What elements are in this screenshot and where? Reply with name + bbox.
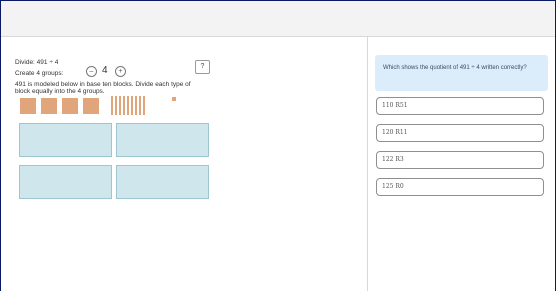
top-bar	[1, 1, 555, 37]
group-count: 4	[102, 65, 108, 76]
answer-option[interactable]: 110 R51	[376, 97, 544, 115]
hundred-block[interactable]	[20, 98, 36, 114]
ten-block[interactable]	[131, 96, 133, 115]
group-zone-4[interactable]	[116, 165, 209, 199]
question-text: Which shows the quotient of 491 ÷ 4 writ…	[383, 65, 527, 71]
decrease-groups-button[interactable]: –	[86, 66, 97, 77]
group-zone-3[interactable]	[19, 165, 112, 199]
hundred-block[interactable]	[83, 98, 99, 114]
question-box	[375, 55, 548, 91]
instruction-line-2: block equally into the 4 groups.	[15, 88, 105, 95]
group-zone-1[interactable]	[19, 123, 112, 157]
ten-block[interactable]	[127, 96, 129, 115]
ten-block[interactable]	[115, 96, 117, 115]
answer-option[interactable]: 122 R3	[376, 151, 544, 169]
ten-block[interactable]	[123, 96, 125, 115]
ten-block[interactable]	[111, 96, 113, 115]
answer-option[interactable]: 120 R11	[376, 124, 544, 142]
hundred-block[interactable]	[62, 98, 78, 114]
problem-title: Divide: 491 ÷ 4	[15, 59, 59, 66]
group-zone-2[interactable]	[116, 123, 209, 157]
answer-option[interactable]: 125 R0	[376, 178, 544, 196]
ten-block[interactable]	[119, 96, 121, 115]
groups-label: Create 4 groups:	[15, 70, 64, 77]
ten-block[interactable]	[143, 96, 145, 115]
help-button[interactable]: ?	[195, 60, 210, 74]
hundred-block[interactable]	[41, 98, 57, 114]
ten-block[interactable]	[139, 96, 141, 115]
ten-block[interactable]	[135, 96, 137, 115]
one-block[interactable]	[172, 97, 176, 101]
increase-groups-button[interactable]: +	[115, 66, 126, 77]
